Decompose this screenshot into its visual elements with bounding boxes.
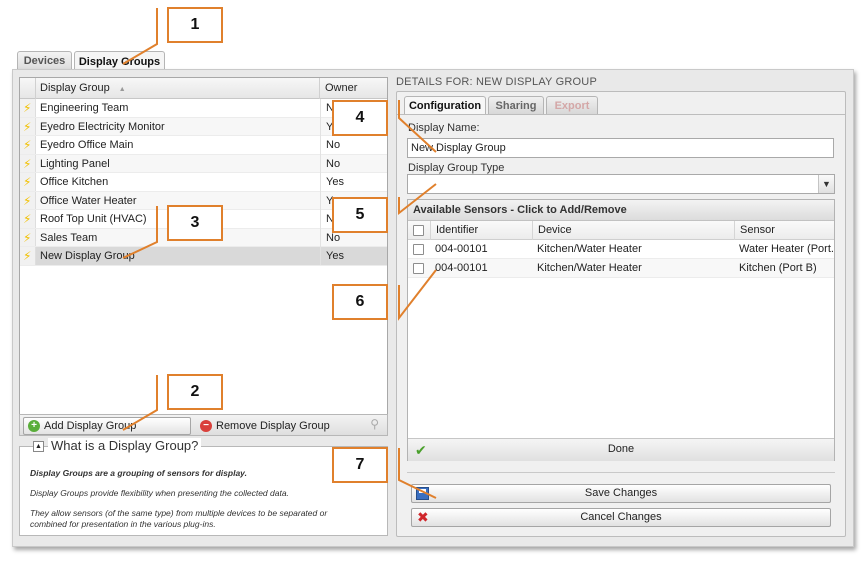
leader-line-4 (398, 100, 437, 153)
callout-leader-lines (122, 8, 437, 499)
callout-5: 5 (332, 197, 388, 233)
leader-line-3 (122, 206, 158, 259)
callout-2: 2 (167, 374, 223, 410)
leader-line-2 (122, 375, 158, 431)
callout-4: 4 (332, 100, 388, 136)
callout-3: 3 (167, 205, 223, 241)
callout-6: 6 (332, 284, 388, 320)
leader-line-1 (122, 8, 158, 65)
leader-line-6 (398, 269, 437, 321)
leader-line-5 (398, 183, 437, 216)
callout-1: 1 (167, 7, 223, 43)
callout-7: 7 (332, 447, 388, 483)
leader-line-7 (398, 448, 437, 499)
